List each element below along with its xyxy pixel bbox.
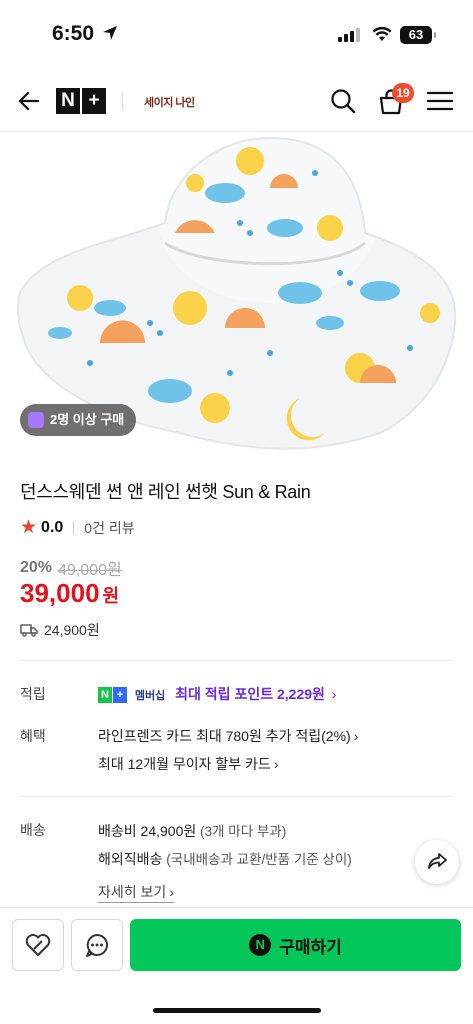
original-price: 49,000원: [58, 562, 122, 579]
sale-price: 39,000 원: [20, 578, 119, 609]
share-button[interactable]: [415, 840, 459, 884]
delivery-fee: 배송비 24,900원: [98, 823, 197, 839]
status-time: 6:50: [52, 22, 95, 45]
chevron-right-icon: ›: [331, 686, 337, 702]
product-title: 던스스웨덴 썬 앤 레인 썬햇 Sun & Rain: [20, 482, 311, 502]
delivery-label: 배송: [20, 822, 46, 838]
chat-button[interactable]: [71, 919, 123, 971]
star-icon: ★: [20, 517, 38, 538]
benefit-installment-text: 최대 12개월 무이자 할부 카드: [98, 756, 271, 772]
sale-price-value: 39,000: [20, 578, 100, 608]
header-divider: [122, 92, 123, 110]
group-buy-badge: 2명 이상 구매: [20, 404, 137, 436]
share-icon: [428, 853, 447, 869]
chat-icon: [86, 934, 108, 957]
shipping-fee-summary: 24,900원: [44, 622, 100, 638]
discount-percent: 20%: [20, 559, 53, 576]
overseas-row: 해외직배송 (국내배송과 교환/반품 기준 상이): [98, 848, 352, 869]
buy-label: 구매하기: [279, 937, 342, 957]
nplus-mini-logo: N +: [98, 687, 127, 704]
section-divider: [20, 796, 453, 797]
battery-indicator: 63: [400, 26, 436, 44]
wishlist-button[interactable]: [12, 919, 64, 971]
benefit-label: 혜택: [20, 728, 46, 744]
location-arrow-icon: [103, 26, 117, 40]
logo-n: N: [56, 88, 80, 114]
chevron-right-icon: ›: [169, 884, 174, 900]
top-nav: N + 세이지 나인 19: [0, 70, 473, 132]
overseas-shipping: 해외직배송: [98, 851, 163, 867]
benefit-card-points-text: 라인프렌즈 카드 최대 780원 추가 적립(2%): [98, 728, 351, 744]
chevron-right-icon: ›: [273, 756, 279, 772]
bottom-action-bar: N 구매하기: [0, 907, 473, 1024]
wishlist-heart-icon: [25, 934, 51, 956]
npay-logo-icon: N: [249, 934, 272, 956]
truck-icon: [20, 624, 38, 637]
review-count[interactable]: 0건 리뷰: [84, 518, 134, 538]
store-brand[interactable]: 세이지 나인: [144, 94, 195, 110]
rating-row[interactable]: ★ 0.0 0건 리뷰: [20, 516, 135, 539]
cart-count-badge: 19: [392, 83, 414, 103]
rating-separator: [73, 521, 75, 534]
points-row[interactable]: N + 멤버십 최대 적립 포인트 2,229원 ›: [98, 684, 336, 704]
max-points: 최대 적립 포인트 2,229원: [175, 686, 325, 702]
points-label: 적립: [20, 686, 46, 702]
delivery-detail-link[interactable]: 자세히 보기 ›: [98, 882, 174, 903]
search-icon[interactable]: [330, 88, 356, 114]
bag-icon: [28, 412, 44, 428]
back-arrow-icon[interactable]: [16, 88, 42, 114]
menu-icon[interactable]: [427, 90, 453, 112]
membership-tag: 멤버십: [134, 690, 166, 702]
wifi-icon: [372, 26, 392, 41]
chevron-right-icon: ›: [353, 728, 359, 744]
status-bar: 6:50 63: [0, 0, 473, 70]
home-indicator: [153, 1008, 321, 1013]
discount-row: 20% 49,000원: [20, 556, 122, 580]
overseas-note: (국내배송과 교환/반품 기준 상이): [166, 852, 352, 867]
delivery-fee-row: 배송비 24,900원 (3개 마다 부과): [98, 820, 286, 841]
delivery-fee-note: (3개 마다 부과): [200, 824, 287, 839]
signal-icon: [338, 28, 360, 42]
sale-price-unit: 원: [102, 586, 120, 606]
section-divider: [20, 660, 453, 661]
buy-button[interactable]: N 구매하기: [130, 919, 461, 971]
delivery-detail-label: 자세히 보기: [98, 884, 167, 900]
rating-score: 0.0: [41, 518, 64, 536]
logo-plus: +: [82, 88, 106, 114]
nplus-logo[interactable]: N +: [56, 88, 106, 114]
benefit-card-points[interactable]: 라인프렌즈 카드 최대 780원 추가 적립(2%) ›: [98, 726, 358, 746]
benefit-installment[interactable]: 최대 12개월 무이자 할부 카드 ›: [98, 754, 278, 774]
group-buy-label: 2명 이상 구매: [50, 412, 125, 427]
shipping-summary: 24,900원: [20, 620, 100, 640]
